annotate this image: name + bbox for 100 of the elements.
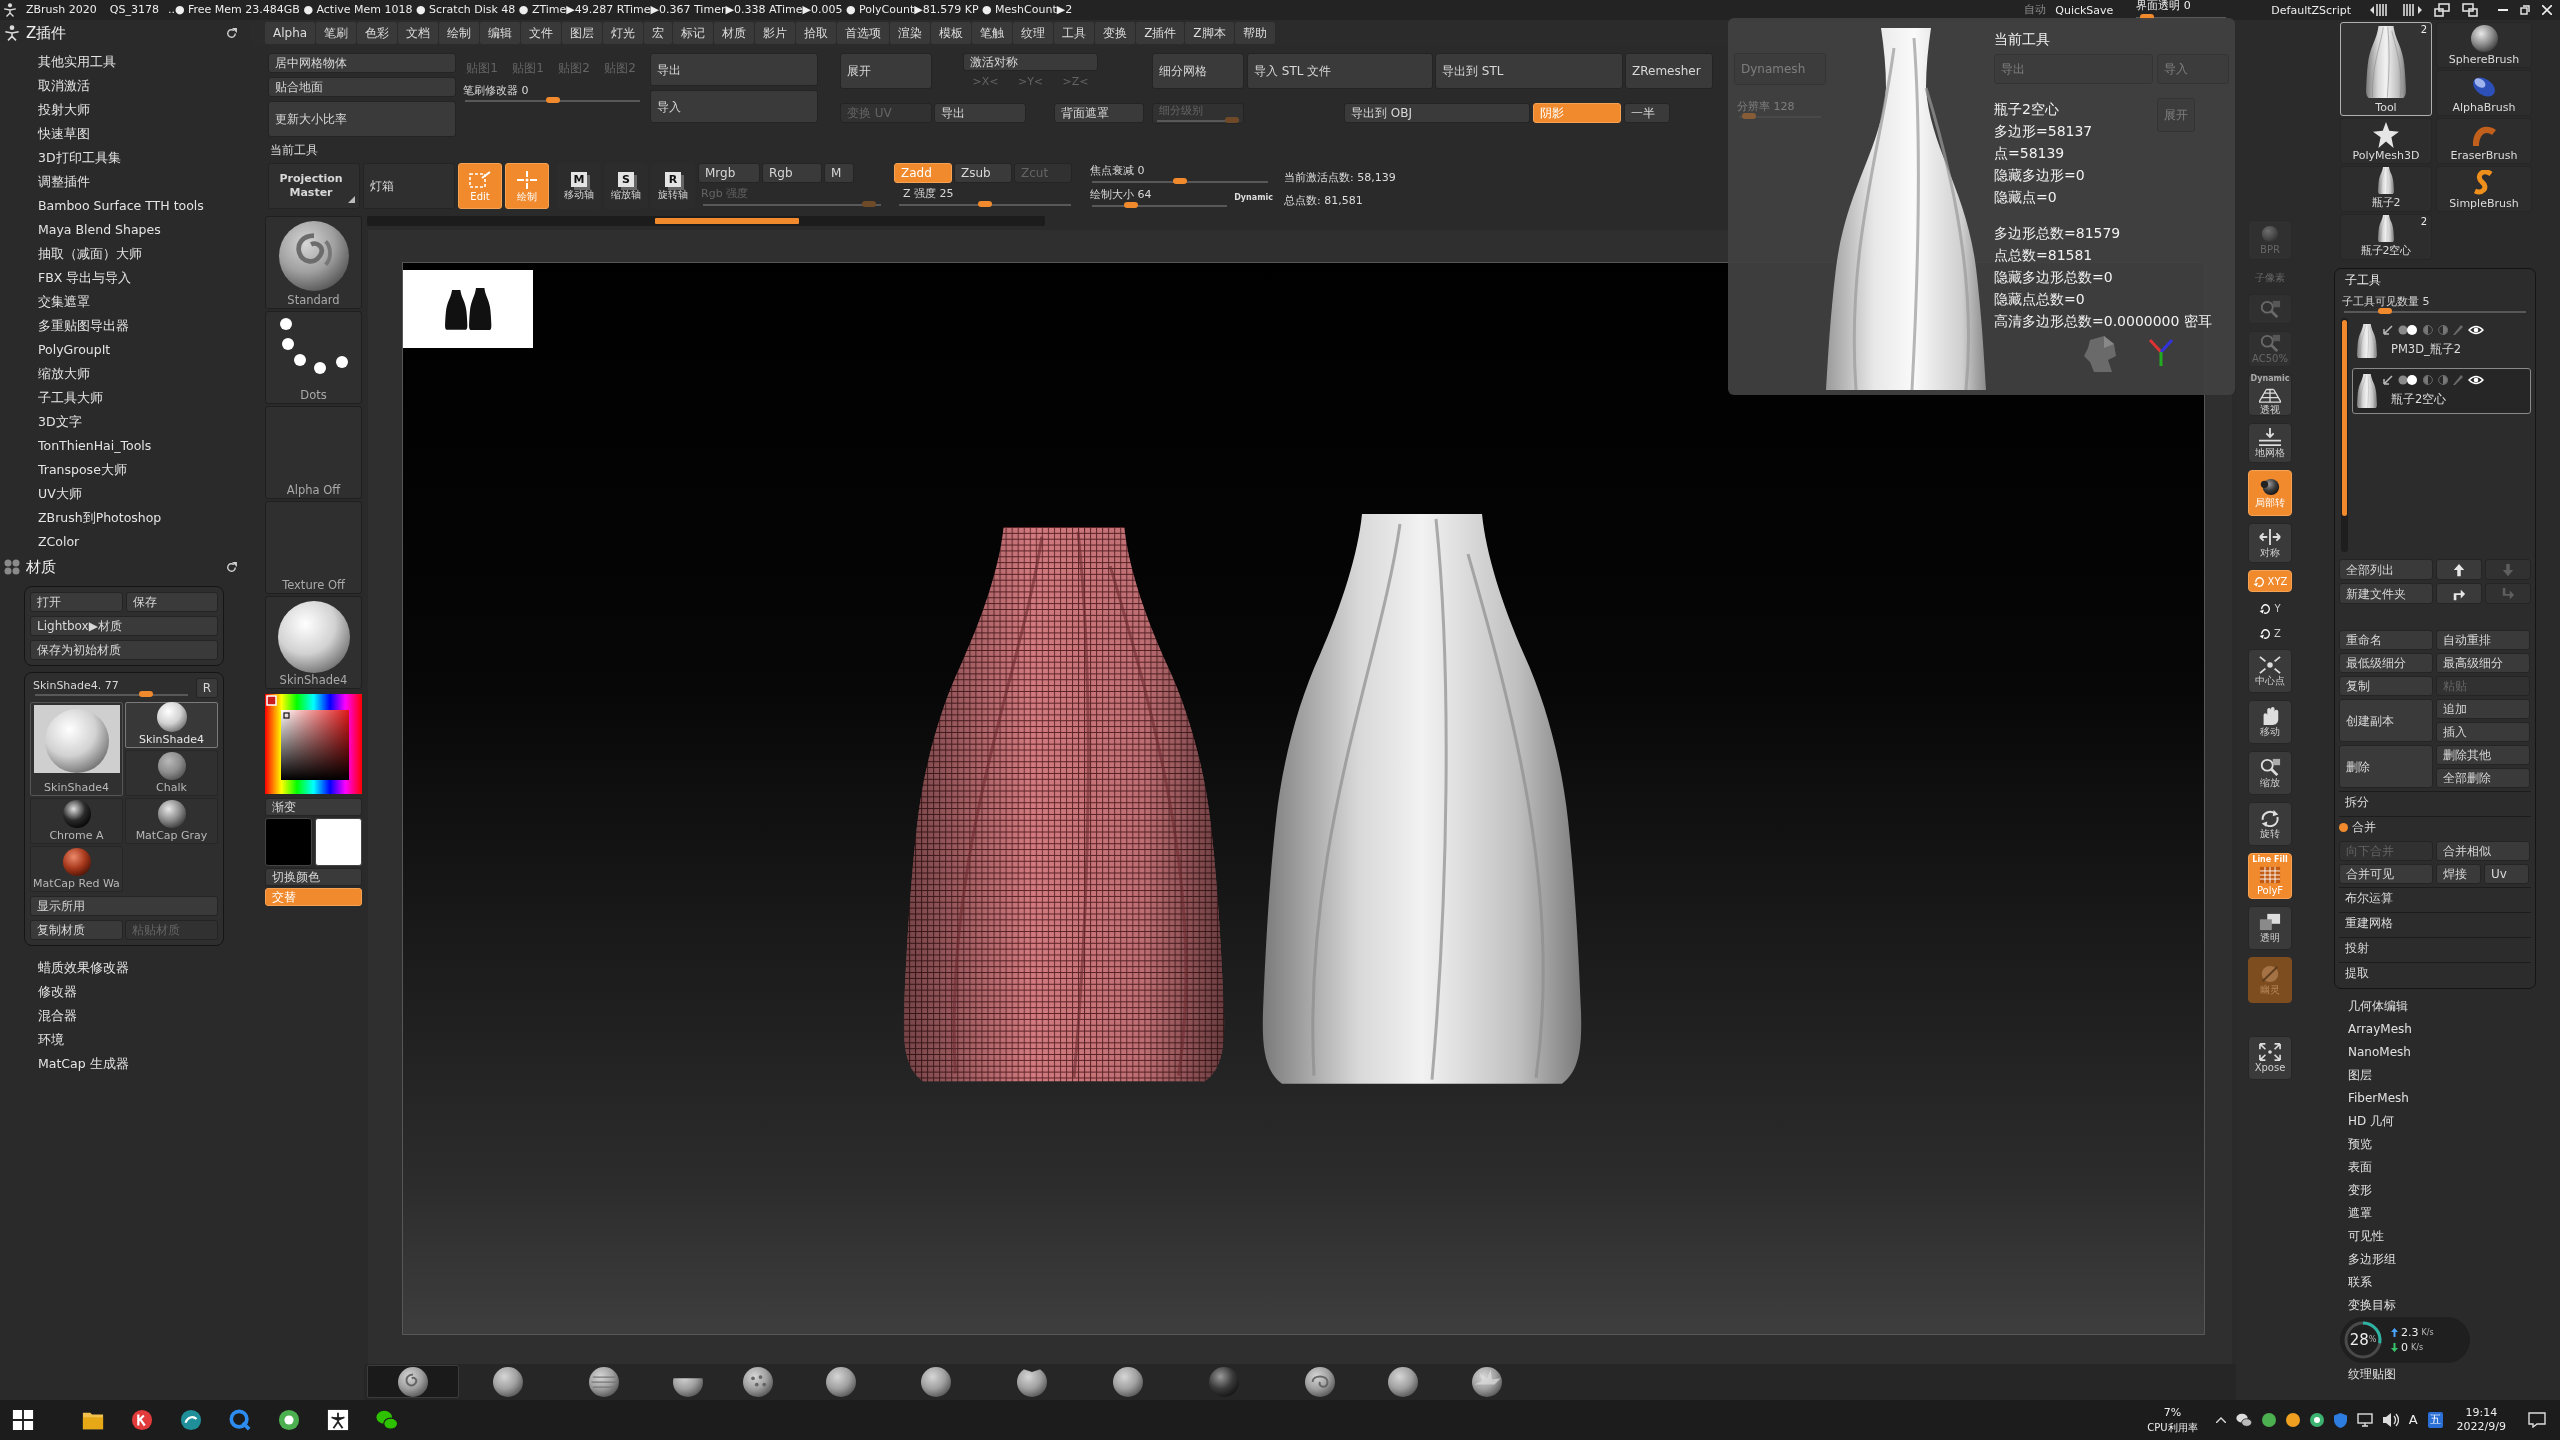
material-menu-item[interactable]: MatCap 生成器 xyxy=(0,1052,250,1076)
menu-item[interactable]: 文件 xyxy=(521,22,562,44)
subtool-button[interactable]: 删除 xyxy=(2339,745,2433,788)
slider-thumb[interactable] xyxy=(1173,178,1187,184)
tool-menu-item[interactable]: HD 几何 xyxy=(2334,1110,2395,1133)
subtool-button[interactable]: 删除其他 xyxy=(2436,745,2530,765)
plugin-item[interactable]: 3D打印工具集 xyxy=(0,146,250,170)
plugin-item[interactable]: Transpose大师 xyxy=(0,458,250,482)
arrow-button[interactable] xyxy=(2436,559,2482,580)
tool-menu-item[interactable]: 预览 xyxy=(2334,1133,2372,1156)
palette-button[interactable]: 背面遮罩 xyxy=(1054,103,1144,123)
figure-app-icon[interactable] xyxy=(327,1409,349,1431)
subtool-row[interactable]: 瓶子2空心 xyxy=(2352,368,2531,414)
subtool-button[interactable]: 焊接 xyxy=(2436,864,2481,884)
alpha-slot[interactable]: Alpha Off xyxy=(265,406,362,499)
plugin-item[interactable]: Maya Blend Shapes xyxy=(0,218,250,242)
material-file-button[interactable]: 保存 xyxy=(125,592,218,612)
menu-item[interactable]: 渲染 xyxy=(890,22,931,44)
palette-button[interactable]: 更新大小比率 xyxy=(268,101,456,137)
lightbox-button[interactable]: 灯箱 xyxy=(363,163,455,209)
view-button[interactable]: Z xyxy=(2248,624,2292,642)
focal-shift-slider[interactable]: 焦点衰减 0 xyxy=(1087,163,1273,185)
subdivide-button[interactable]: 细分网格 xyxy=(1152,53,1244,89)
subtool-button[interactable]: Uv xyxy=(2484,864,2529,884)
menu-item[interactable]: Z脚本 xyxy=(1185,22,1234,44)
lightbox-button[interactable]: Lightbox▶材质 xyxy=(30,616,218,636)
symmetry-button[interactable]: 激活对称 xyxy=(963,53,1098,71)
view-button[interactable]: 对称 xyxy=(2248,523,2292,563)
subtool-button[interactable]: 全部列出 xyxy=(2339,559,2433,580)
plugin-item[interactable]: UV大师 xyxy=(0,482,250,506)
tool-menu-item[interactable]: FiberMesh xyxy=(2334,1087,2409,1110)
slider-track[interactable] xyxy=(1739,113,1821,119)
scrollbar-thumb[interactable] xyxy=(655,218,799,224)
slider-thumb[interactable] xyxy=(978,201,992,207)
palette-button[interactable]: 导入 STL 文件 xyxy=(1247,53,1433,89)
expand-button[interactable]: 展开 xyxy=(840,53,932,89)
visible-count-slider[interactable]: 子工具可见数量 5 xyxy=(2339,294,2531,315)
material-menu-item[interactable]: 环境 xyxy=(0,1028,250,1052)
plugin-item[interactable]: 取消激活 xyxy=(0,74,250,98)
palette-button[interactable]: 贴合地面 xyxy=(268,77,456,97)
menu-item[interactable]: 变换 xyxy=(1095,22,1136,44)
tool-menu-item[interactable]: 联系 xyxy=(2334,1271,2372,1294)
plugin-item[interactable]: TonThienHai_Tools xyxy=(0,434,250,458)
menu-item[interactable]: 文档 xyxy=(398,22,439,44)
chat-bubbles-icon[interactable] xyxy=(2235,1413,2252,1427)
refresh-icon[interactable] xyxy=(225,560,238,574)
menu-item[interactable]: 宏 xyxy=(644,22,673,44)
tool-menu-item[interactable]: 变换目标 xyxy=(2334,1294,2396,1317)
menu-item[interactable]: 色彩 xyxy=(357,22,398,44)
menu-item[interactable]: 材质 xyxy=(714,22,755,44)
view-button[interactable]: 中心点 xyxy=(2248,649,2292,693)
subtool-button[interactable]: 创建副本 xyxy=(2339,699,2433,742)
round-app-icon[interactable] xyxy=(180,1409,202,1431)
tool-slot[interactable]: Tool 2 xyxy=(2340,22,2432,116)
round-app-icon[interactable] xyxy=(278,1409,300,1431)
material-menu-item[interactable]: 蜡质效果修改器 xyxy=(0,956,250,980)
tool-slot[interactable]: PolyMesh3D xyxy=(2340,118,2432,164)
notification-icon[interactable] xyxy=(2528,1412,2546,1428)
export-button[interactable]: 导出 xyxy=(650,53,818,86)
menu-item[interactable]: 纹理 xyxy=(1013,22,1054,44)
bars-right-icon[interactable] xyxy=(2402,4,2422,16)
color-picker[interactable] xyxy=(265,694,362,794)
slider-thumb[interactable] xyxy=(1742,113,1757,119)
tool-menu-item[interactable]: 图层 xyxy=(2334,1064,2372,1087)
plugin-item[interactable]: 抽取（减面）大师 xyxy=(0,242,250,266)
tool-menu-item[interactable]: ArrayMesh xyxy=(2334,1018,2412,1041)
material-swatch[interactable]: Chrome A xyxy=(30,798,123,844)
tool-menu-item[interactable]: 可见性 xyxy=(2334,1225,2384,1248)
subtool-button[interactable]: 合并可见 xyxy=(2339,864,2433,884)
tool-slot[interactable]: AlphaBrush xyxy=(2436,70,2532,116)
material-slot[interactable]: SkinShade4 xyxy=(265,596,362,689)
restore-icon[interactable] xyxy=(2520,5,2530,15)
subtool-button[interactable]: 最高级细分 xyxy=(2436,653,2530,673)
script-button[interactable]: DefaultZScript xyxy=(2271,3,2351,17)
caret-up-icon[interactable] xyxy=(2215,1417,2226,1423)
menu-item[interactable]: 灯光 xyxy=(603,22,644,44)
palette-button[interactable]: 导出 xyxy=(934,103,1026,123)
view-button[interactable]: 地网格 xyxy=(2248,423,2292,463)
material-swatch[interactable]: Chalk xyxy=(125,750,218,796)
speaker-icon[interactable] xyxy=(2382,1413,2399,1427)
plugin-item[interactable]: PolyGroupIt xyxy=(0,338,250,362)
round-app-icon[interactable] xyxy=(131,1409,153,1431)
layout-icon[interactable] xyxy=(2462,3,2478,17)
refresh-icon[interactable] xyxy=(225,26,238,40)
subtool-button[interactable]: 复制 xyxy=(2339,676,2433,696)
subtool-button[interactable]: 重命名 xyxy=(2339,630,2433,650)
brush-slot[interactable] xyxy=(367,1365,459,1398)
quicksave-button[interactable]: QuickSave xyxy=(2055,3,2114,17)
z-intensity-slider[interactable]: Z 强度 25 xyxy=(894,186,1076,208)
tool-menu-item[interactable]: 变形 xyxy=(2334,1179,2372,1202)
plugin-item[interactable]: 快速草图 xyxy=(0,122,250,146)
view-button[interactable]: 旋转 xyxy=(2248,802,2292,846)
scrollbar[interactable] xyxy=(367,216,1045,226)
menu-item[interactable]: 首选项 xyxy=(837,22,890,44)
texture-slot[interactable]: Texture Off xyxy=(265,501,362,594)
slider-thumb[interactable] xyxy=(139,691,154,697)
tool-slot[interactable]: SimpleBrush xyxy=(2436,166,2532,212)
plugin-item[interactable]: ZBrush到Photoshop xyxy=(0,506,250,530)
section-header[interactable]: 提取 xyxy=(2339,962,2531,984)
shield-icon[interactable] xyxy=(2333,1412,2347,1428)
